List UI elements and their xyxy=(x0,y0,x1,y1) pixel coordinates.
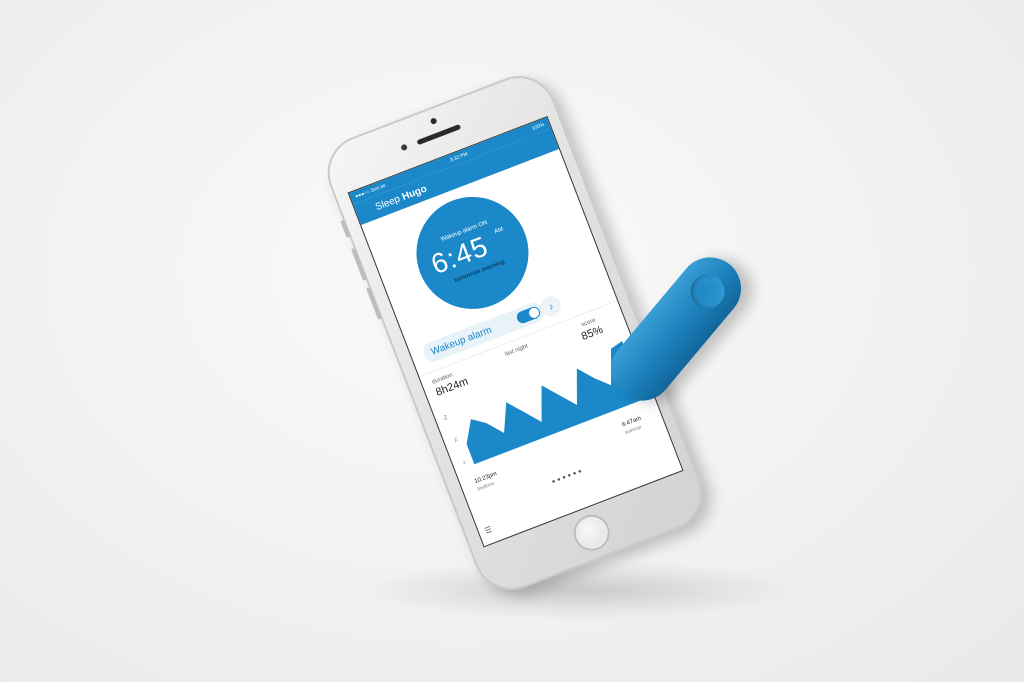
pill-dimple xyxy=(683,267,732,316)
chart-z-label: Z xyxy=(454,437,459,444)
nav-title-bold: Hugo xyxy=(400,183,429,203)
period-label: last night xyxy=(504,343,529,358)
wakeup-alarm-row: Wakeup alarm xyxy=(420,299,547,365)
page-indicator[interactable]: ●●●●●● xyxy=(551,468,585,486)
alarm-ampm: AM xyxy=(493,226,505,236)
nav-title-light: Sleep xyxy=(373,193,402,213)
chart-z-label: Z xyxy=(443,415,449,422)
wakeup-alarm-toggle[interactable] xyxy=(515,305,542,325)
floor-shadow xyxy=(360,560,800,620)
list-icon[interactable]: ☰ xyxy=(483,525,493,536)
chart-z-label: Z xyxy=(462,459,467,465)
alarm-dial[interactable]: Wakeup alarm ON 6:45 AM tomorrow morning xyxy=(400,180,545,326)
toggle-knob xyxy=(527,306,541,320)
